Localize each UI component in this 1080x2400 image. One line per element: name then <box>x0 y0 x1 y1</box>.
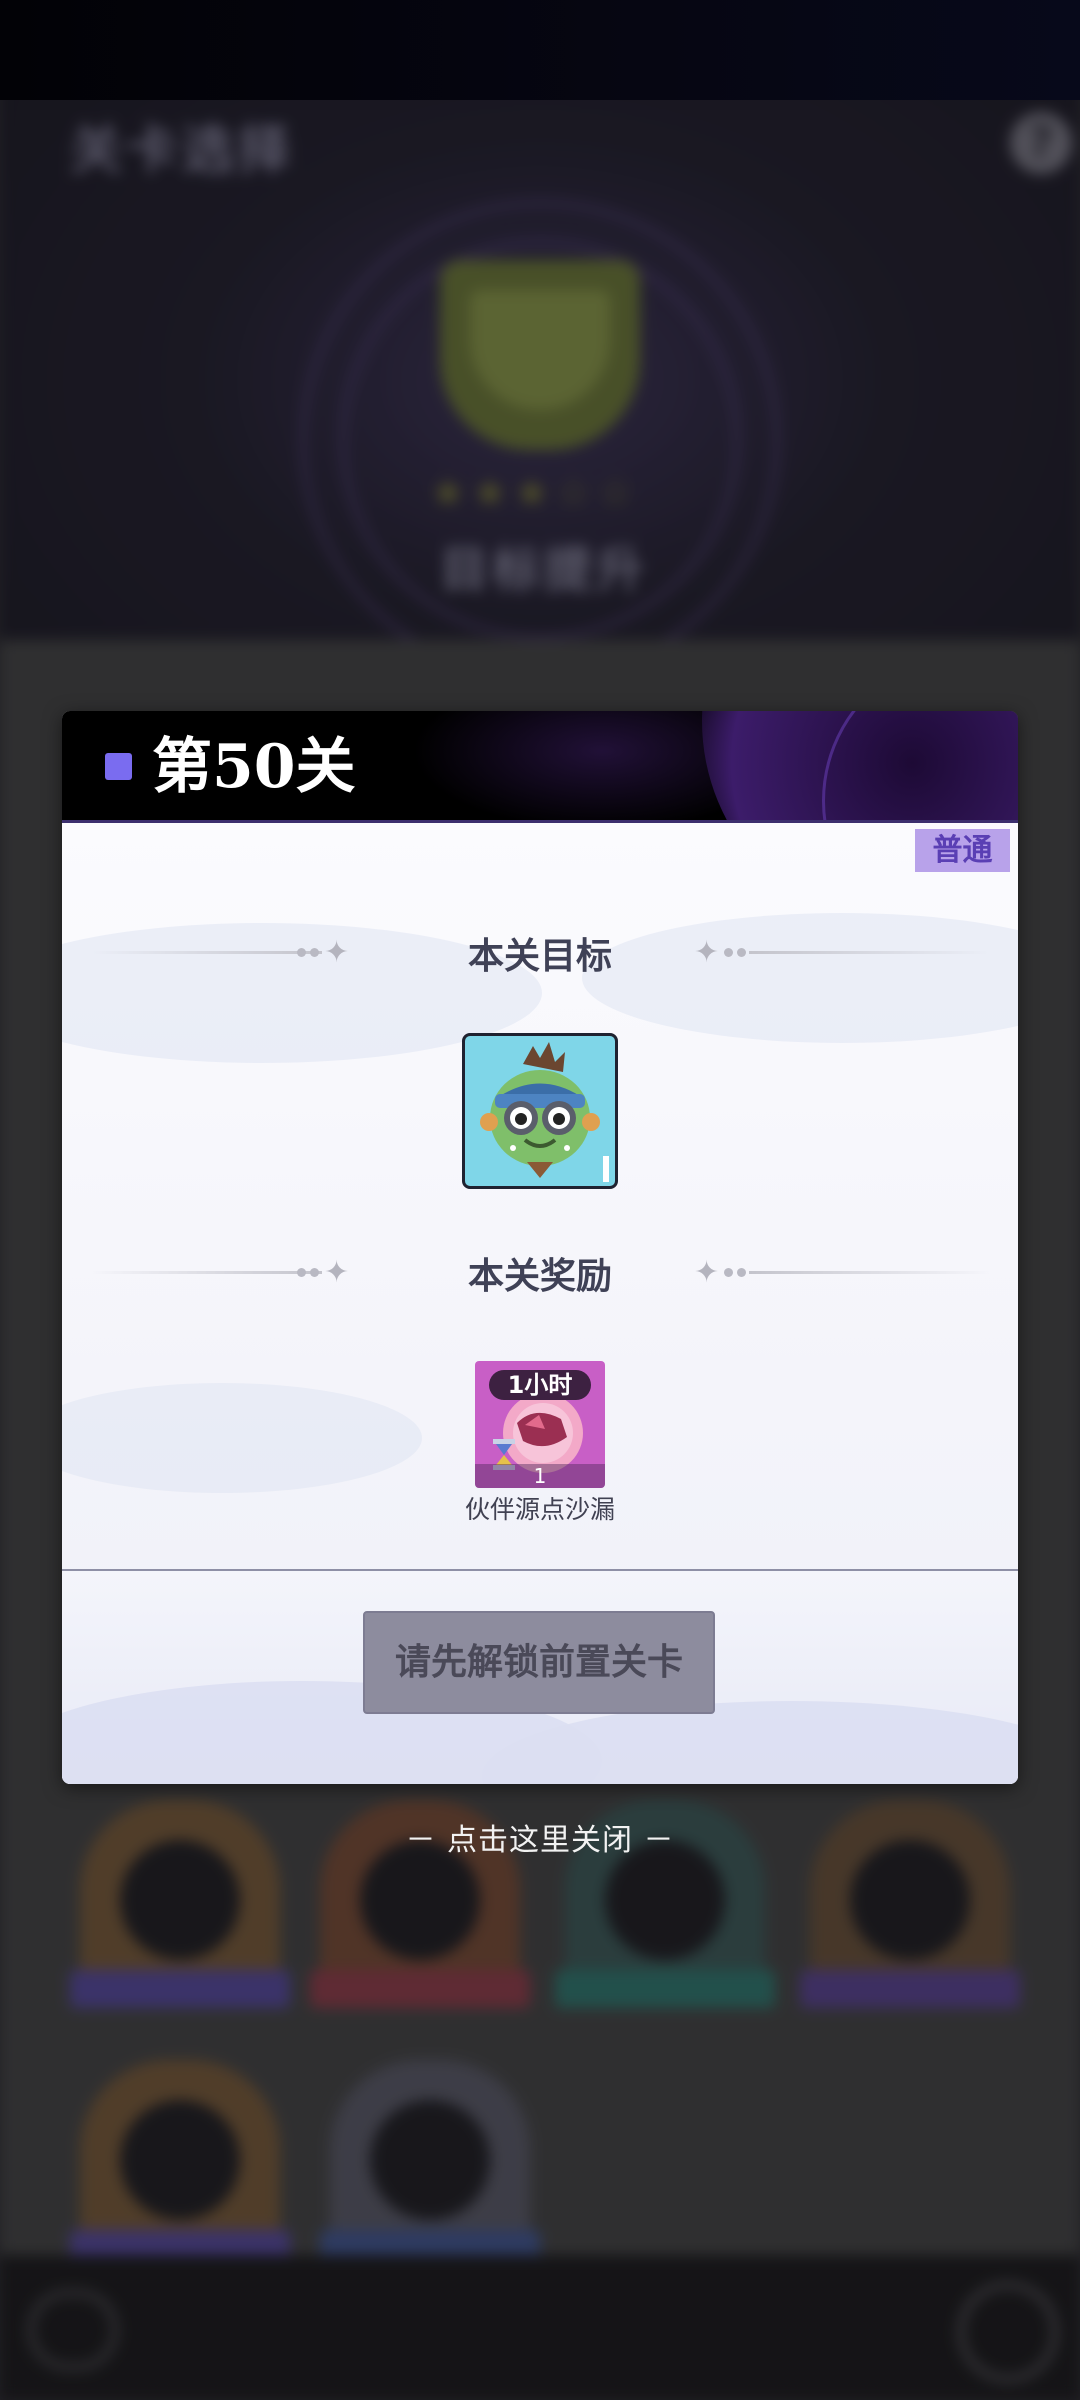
level-detail-dialog: 第50关 普通 ✦ 本关目标 ✦ ✦ 本关奖励 ✦ 1小时 1 伙伴源点沙漏 请… <box>62 711 1018 1784</box>
sparkle-icon: ✦ <box>694 935 720 970</box>
ornament-dot <box>737 1268 746 1277</box>
footer-divider <box>62 1569 1018 1571</box>
unlock-prerequisite-button[interactable]: 请先解锁前置关卡 <box>363 1611 715 1714</box>
ornament-dot <box>724 948 733 957</box>
ornament-line <box>749 951 989 954</box>
button-label: 请先解锁前置关卡 <box>394 1641 683 1683</box>
monster-portrait-icon <box>480 1042 600 1178</box>
close-hint-link[interactable]: － 点击这里关闭 － <box>0 1815 1080 1859</box>
reward-count: 1 <box>475 1464 605 1488</box>
card-corner-mark <box>603 1156 609 1182</box>
ornament-dot <box>737 948 746 957</box>
divider-ornament-right: ✦ <box>694 1253 994 1293</box>
reward-item-card[interactable]: 1小时 1 <box>475 1361 605 1488</box>
dialog-header: 第50关 <box>62 711 1018 823</box>
ornament-line <box>749 1271 989 1274</box>
cloud-decoration <box>62 1383 422 1493</box>
header-swirl <box>822 711 1018 823</box>
status-bar <box>0 0 1080 100</box>
reward-duration-label: 1小时 <box>489 1370 591 1400</box>
ornament-dot <box>724 1268 733 1277</box>
target-monster-card[interactable] <box>462 1033 618 1189</box>
dialog-title: 第50关 <box>152 732 356 802</box>
divider-ornament-right: ✦ <box>694 933 994 973</box>
square-icon <box>105 753 132 780</box>
reward-item-name: 伙伴源点沙漏 <box>464 1495 615 1524</box>
difficulty-badge: 普通 <box>915 829 1010 872</box>
sparkle-icon: ✦ <box>694 1255 720 1290</box>
